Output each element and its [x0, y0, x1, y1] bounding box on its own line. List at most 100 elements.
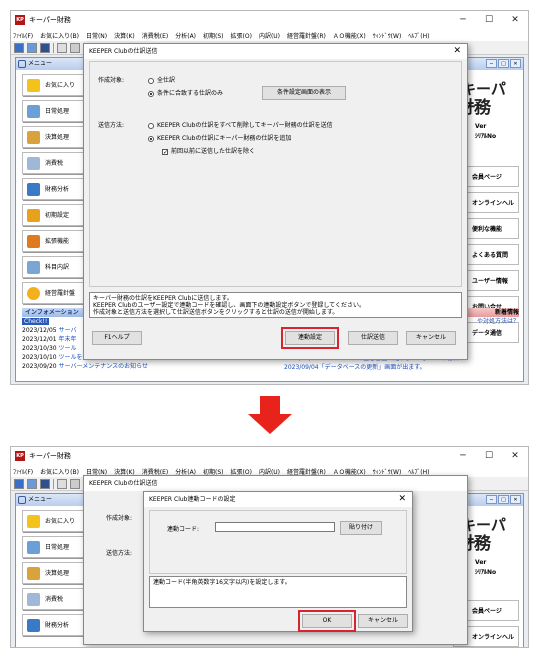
app-title: キーパー財務 — [29, 452, 71, 460]
menu-favorites[interactable]: お気に入り(B) — [40, 467, 79, 476]
mail-icon[interactable] — [40, 42, 50, 53]
target-label: 作成対象: — [106, 515, 133, 522]
menu-ao[interactable]: ＡＯ機能(X) — [333, 31, 366, 40]
screenshot-after: KP キーパー財務 ─ ☐ ✕ ﾌｧｲﾙ(F) お気に入り(B) 日常(N) 決… — [10, 446, 529, 648]
menu-breakdown[interactable]: 内訳(U) — [259, 31, 280, 40]
menu-item-tax[interactable]: 消費税 — [22, 152, 88, 174]
radio-matching[interactable]: 条件に合致する仕訳のみ — [148, 88, 223, 97]
tool-icon[interactable] — [70, 42, 80, 53]
version-info: Ver ｼﾘｱﾙNo — [475, 559, 497, 576]
minimize-button[interactable]: ─ — [450, 11, 476, 29]
mail-icon[interactable] — [40, 478, 50, 489]
menu-item-favorites[interactable]: お気に入り — [22, 74, 88, 96]
search-icon[interactable] — [57, 42, 67, 53]
print-icon[interactable] — [27, 42, 37, 53]
link-code-input[interactable] — [215, 522, 335, 532]
menu-item-settlement[interactable]: 決算処理 — [22, 562, 88, 584]
menu-minimize-button[interactable]: ─ — [486, 59, 497, 68]
menu-restore-button[interactable]: □ — [498, 495, 509, 504]
ledger-icon — [27, 567, 40, 580]
cancel-button[interactable]: キャンセル — [358, 614, 408, 628]
maximize-button[interactable]: ☐ — [476, 11, 502, 29]
radio-append[interactable]: KEEPER Clubの仕訳にキーパー財務の仕訳を追加 — [148, 133, 291, 142]
menu-window[interactable]: ｳｨﾝﾄﾞｳ(W) — [373, 31, 402, 40]
dialog-close-button[interactable]: ✕ — [398, 492, 406, 507]
save-icon[interactable] — [14, 478, 24, 489]
menu-window-controls: ─ □ ✕ — [485, 495, 521, 504]
menu-daily[interactable]: 日常(N) — [86, 31, 107, 40]
radio-delete-all[interactable]: KEEPER Clubの仕訳をすべて削除してキーパー財務の仕訳を送信 — [148, 120, 333, 129]
menu-compass[interactable]: 経営羅針盤(R) — [287, 31, 326, 40]
menu-minimize-button[interactable]: ─ — [486, 495, 497, 504]
menu-item-analysis[interactable]: 財務分析 — [22, 614, 88, 636]
maximize-button[interactable]: ☐ — [476, 447, 502, 465]
news-item[interactable]: 2023/09/04「データベースの更新」画面が出ます。 — [284, 363, 519, 372]
list-icon — [27, 261, 40, 274]
menu-item-tax[interactable]: 消費税 — [22, 588, 88, 610]
close-button[interactable]: ✕ — [502, 447, 528, 465]
condition-settings-button[interactable]: 条件設定画面の表示 — [262, 86, 346, 100]
send-journal-dialog: KEEPER Clubの仕訳送信 ✕ 作成対象: 全仕訳 条件に合致する仕訳のみ… — [83, 43, 468, 360]
send-journal-button[interactable]: 仕訳送信 — [348, 331, 398, 345]
menu-file[interactable]: ﾌｧｲﾙ(F) — [13, 467, 33, 476]
save-icon[interactable] — [14, 42, 24, 53]
menu-initial[interactable]: 初期(S) — [203, 31, 224, 40]
menu-file[interactable]: ﾌｧｲﾙ(F) — [13, 31, 33, 40]
target-label: 作成対象: — [98, 77, 125, 84]
menu-item-extension[interactable]: 拡張機能 — [22, 230, 88, 252]
minimize-button[interactable]: ─ — [450, 447, 476, 465]
radio-selected-icon — [148, 90, 154, 97]
dialog-title: KEEPER Clubの仕訳送信 — [89, 480, 158, 487]
menu-close-button[interactable]: ✕ — [510, 59, 521, 68]
menu-settlement[interactable]: 決算(K) — [114, 31, 135, 40]
dialog-title: KEEPER Club連動コードの設定 — [149, 496, 236, 503]
paste-button[interactable]: 貼り付け — [340, 521, 382, 535]
dialog-body: 作成対象: 全仕訳 条件に合致する仕訳のみ 条件設定画面の表示 送信方法: KE… — [89, 61, 462, 287]
dialog-title: KEEPER Clubの仕訳送信 — [89, 48, 158, 55]
dialog-message: 連動コード(半角英数字16文字以内)を設定します。 — [149, 576, 407, 608]
menu-item-daily[interactable]: 日常処理 — [22, 536, 88, 558]
print-icon[interactable] — [27, 478, 37, 489]
version-info: Ver ｼﾘｱﾙNo — [475, 123, 497, 140]
menu-item-daily[interactable]: 日常処理 — [22, 100, 88, 122]
checkbox-checked-icon: ✓ — [162, 148, 169, 156]
menu-item-favorites[interactable]: お気に入り — [22, 510, 88, 532]
menu-item-compass[interactable]: 経営羅針盤 — [22, 282, 88, 304]
info-row[interactable]: 2023/09/20 サーバーメンテナンスのお知らせ — [22, 362, 222, 371]
cancel-button[interactable]: キャンセル — [406, 331, 456, 345]
dialog-titlebar: KEEPER Clubの仕訳送信 — [84, 476, 467, 491]
highlight-box — [281, 327, 339, 349]
menu-item-settlement[interactable]: 決算処理 — [22, 126, 88, 148]
menu-left-buttons: お気に入り 日常処理 決算処理 消費税 財務分析 初期設定 拡張機能 科目内訳 … — [22, 74, 88, 308]
menu-window-title: メニュー — [28, 60, 53, 67]
app-icon: KP — [15, 15, 25, 25]
menu-favorites[interactable]: お気に入り(B) — [40, 31, 79, 40]
dialog-close-button[interactable]: ✕ — [453, 44, 461, 59]
menu-tax[interactable]: 消費税(E) — [142, 31, 168, 40]
search-icon[interactable] — [57, 478, 67, 489]
app-icon: KP — [15, 451, 25, 461]
toolbar-divider — [53, 42, 54, 53]
menu-extension[interactable]: 拡張(O) — [231, 31, 252, 40]
close-button[interactable]: ✕ — [502, 11, 528, 29]
document-icon — [27, 157, 40, 170]
ledger-icon — [27, 131, 40, 144]
menu-item-initial[interactable]: 初期設定 — [22, 204, 88, 226]
menu-restore-button[interactable]: □ — [498, 59, 509, 68]
app-title: キーパー財務 — [29, 16, 71, 24]
tool-icon[interactable] — [70, 478, 80, 489]
dialog-body: 連動コード: 貼り付け — [149, 510, 407, 574]
menu-help[interactable]: ﾍﾙﾌﾟ(H) — [408, 31, 429, 40]
menu-close-button[interactable]: ✕ — [510, 495, 521, 504]
app-titlebar: KP キーパー財務 ─ ☐ ✕ — [11, 447, 528, 465]
radio-all[interactable]: 全仕訳 — [148, 75, 175, 84]
checkbox-exclude-previous[interactable]: ✓ 前回以前に送信した仕訳を除く — [162, 146, 255, 155]
menu-item-analysis[interactable]: 財務分析 — [22, 178, 88, 200]
menu-analysis[interactable]: 分析(A) — [175, 31, 196, 40]
menu-window-controls: ─ □ ✕ — [485, 59, 521, 68]
menu-window-icon — [18, 60, 26, 68]
method-label: 送信方法: — [98, 122, 125, 129]
menu-item-breakdown[interactable]: 科目内訳 — [22, 256, 88, 278]
app-titlebar: KP キーパー財務 ─ ☐ ✕ — [11, 11, 528, 29]
help-button[interactable]: F1ヘルプ — [92, 331, 142, 345]
